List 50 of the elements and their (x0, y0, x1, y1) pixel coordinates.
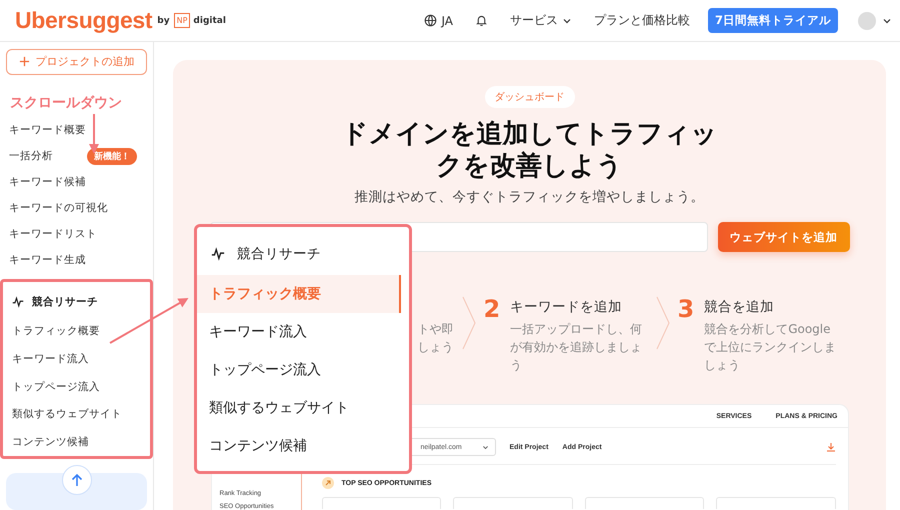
plus-icon (18, 56, 30, 68)
step-description: トや即 (418, 321, 454, 338)
sidebar-item[interactable]: キーワードの可視化 (6, 195, 147, 221)
menu-title: 競合リサーチ (237, 245, 321, 263)
sidebar-item[interactable]: キーワード候補 (6, 169, 147, 196)
menu-item[interactable]: キーワード流入 (197, 313, 401, 351)
hero-subtitle: 推測はやめて、今すぐトラフィックを増やしましょう。 (354, 188, 704, 206)
sidebar-item[interactable]: キーワード概要 (6, 118, 147, 144)
sidebar-item[interactable]: 類似するウェブサイト (9, 400, 144, 428)
globe-icon (424, 14, 438, 27)
step-description: 競合を分析してGoogleで上位にランクインしましょう (704, 321, 838, 374)
download-icon (826, 442, 836, 452)
chevron-icon (656, 296, 670, 350)
np-logo: NP (174, 13, 190, 28)
sidebar-item[interactable]: トップページ流入 (9, 372, 144, 400)
section-title: 競合リサーチ (32, 294, 98, 309)
sidebar-item[interactable]: キーワード流入 (9, 345, 144, 373)
dashboard-tag: ダッシュボード (484, 86, 574, 108)
pulse-icon (211, 247, 225, 261)
step-title: キーワードを追加 (510, 298, 624, 316)
pulse-icon (12, 296, 24, 308)
nav-link[interactable]: プランと価格比較 (594, 12, 690, 29)
logo-digital: digital (193, 16, 226, 26)
menu-item[interactable]: コンテンツ候補 (197, 427, 401, 465)
sidebar-item[interactable]: キーワードリスト (6, 220, 147, 247)
language-selector[interactable]: JA (424, 14, 453, 28)
up-arrow-icon (71, 472, 83, 487)
arrow-badge-icon (322, 477, 334, 489)
scroll-up-button[interactable] (62, 464, 92, 495)
sidebar-section-header[interactable]: 競合リサーチ (9, 286, 144, 318)
menu-item[interactable]: トップページ流入 (197, 351, 401, 389)
sidebar-item[interactable]: 一括分析 新機能！ (6, 143, 147, 170)
step-description: 一括アップロードし、何が有効かを追跡しましょう (510, 321, 644, 374)
step-description: しょう (418, 339, 454, 356)
scroll-down-annotation: スクロールダウン (10, 94, 123, 112)
step-title: 競合を追加 (704, 298, 776, 316)
caret-icon (482, 444, 488, 450)
sidebar-item[interactable]: キーワード生成 (6, 246, 147, 273)
step-number: 3 (678, 296, 694, 325)
sidebar-item[interactable]: コンテンツ候補 (9, 428, 144, 456)
nav-link[interactable]: サービス (510, 12, 572, 29)
new-feature-badge: 新機能！ (87, 148, 137, 165)
hero-title: ドメインを追加してトラフィックを改善しよう (340, 118, 718, 182)
logo-by: by (157, 16, 170, 26)
bell-icon[interactable] (474, 14, 488, 27)
trial-button[interactable]: 7日間無料トライアル (708, 8, 838, 33)
sidebar-item[interactable]: トラフィック概要 (9, 318, 144, 346)
step-number: 2 (484, 296, 500, 325)
chevron-icon (462, 296, 476, 350)
menu-item[interactable]: 類似するウェブサイト (197, 389, 401, 427)
